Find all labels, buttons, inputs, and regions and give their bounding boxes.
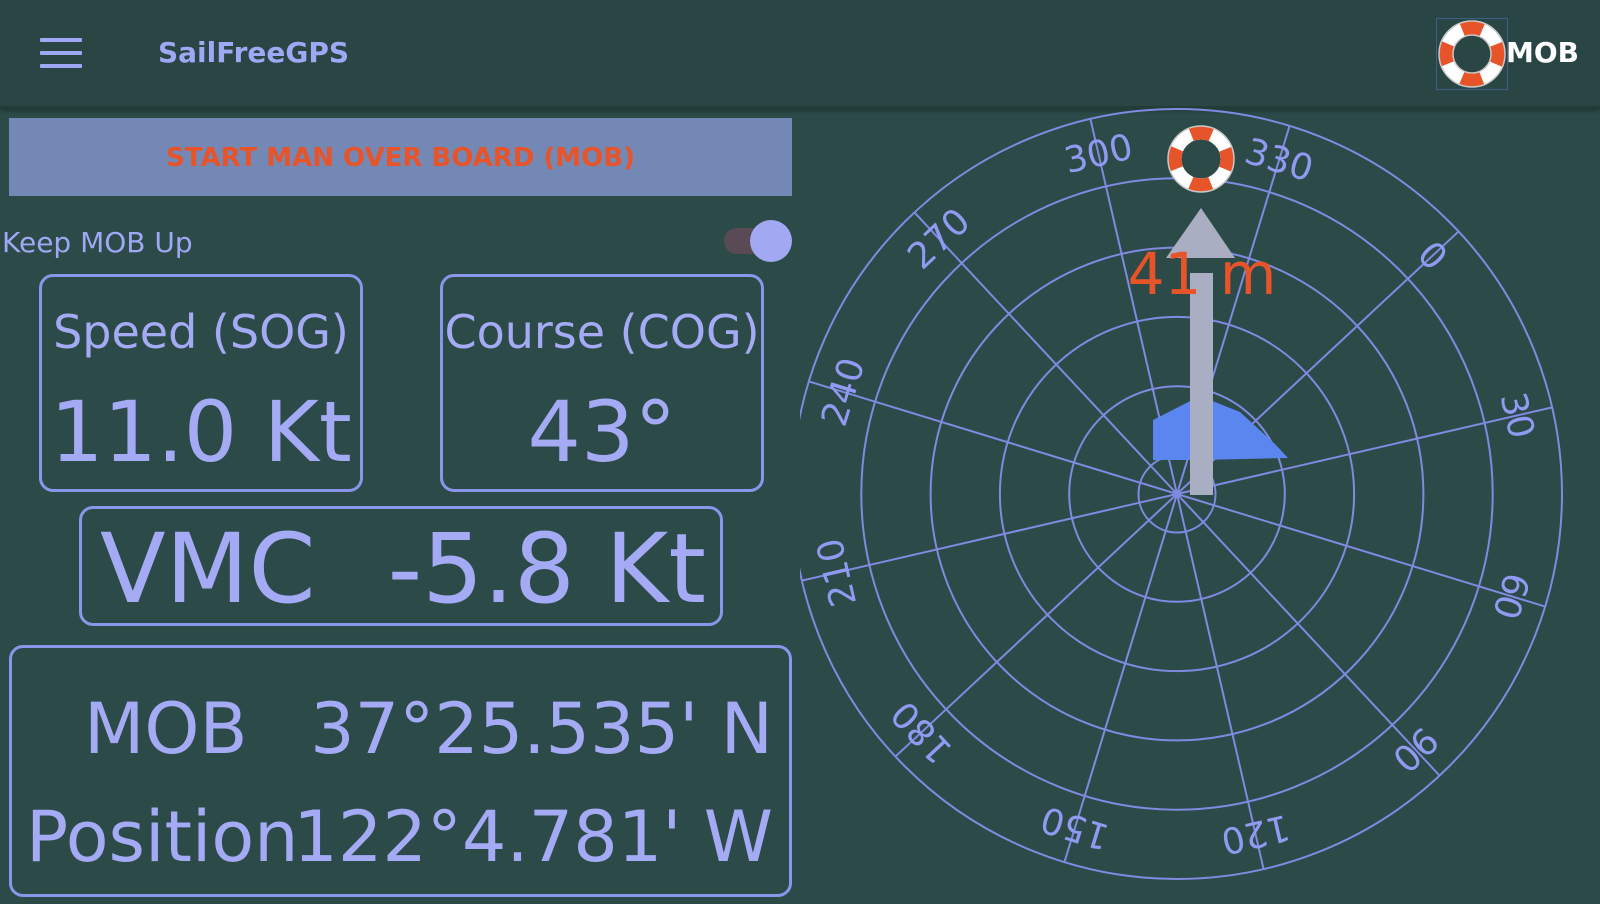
mob-longitude: 122°4.781' W	[293, 796, 773, 878]
bearing-spokes	[801, 118, 1553, 870]
mob-action-button[interactable]: MOB	[1436, 18, 1586, 90]
bearing-spoke	[801, 493, 1178, 582]
start-mob-button[interactable]: START MAN OVER BOARD (MOB)	[9, 118, 792, 196]
bearing-label: 330	[1240, 131, 1318, 190]
mob-position-panel: MOB Position 37°25.535' N 122°4.781' W	[9, 645, 792, 897]
position-label: Position	[26, 796, 299, 878]
toggle-thumb	[750, 220, 792, 262]
bearing-label: 120	[1217, 806, 1293, 861]
cog-label: Course (COG)	[444, 305, 760, 359]
bearing-label: 150	[1036, 798, 1114, 857]
bearing-label: 30	[1491, 389, 1541, 443]
speed-sog-panel: Speed (SOG) 11.0 Kt	[39, 274, 363, 492]
course-cog-panel: Course (COG) 43°	[440, 274, 764, 492]
bearing-spoke	[894, 493, 1178, 758]
bearing-label: 240	[814, 353, 873, 431]
sog-value: 11.0 Kt	[50, 383, 352, 481]
sog-label: Speed (SOG)	[53, 305, 349, 359]
mob-marker-icon	[1167, 125, 1235, 193]
mob-distance-label: 41 m	[1128, 240, 1277, 308]
bearing-label: 300	[1061, 127, 1137, 182]
vmc-value: -5.8 Kt	[387, 513, 706, 625]
hamburger-menu-icon[interactable]	[40, 38, 82, 68]
cog-value: 43°	[527, 383, 677, 481]
bearing-spoke	[808, 380, 1178, 495]
bearing-label: 180	[884, 693, 961, 771]
vmc-label: VMC	[100, 513, 316, 625]
bearing-spoke	[1176, 493, 1441, 777]
bearing-label: 270	[900, 201, 978, 278]
app-bar: SailFreeGPS MOB	[0, 0, 1600, 109]
app-title: SailFreeGPS	[158, 36, 350, 69]
bearing-label: 60	[1484, 568, 1537, 624]
keep-mob-up-toggle[interactable]	[724, 218, 794, 262]
keep-mob-up-label: Keep MOB Up	[2, 226, 193, 259]
compass-rose: 0 30 60 90 120 150 180 210 240 270 300 330 41 m	[791, 108, 1600, 900]
vmc-panel: VMC -5.8 Kt	[79, 506, 723, 626]
boat-icon	[1153, 396, 1288, 460]
bearing-spoke	[1176, 493, 1265, 870]
mob-latitude: 37°25.535' N	[310, 688, 773, 770]
bearing-spoke	[1176, 493, 1546, 608]
mob-label: MOB	[84, 688, 248, 770]
bearing-spoke	[1063, 493, 1178, 863]
life-ring-icon	[1436, 18, 1508, 90]
mob-action-label: MOB	[1506, 36, 1580, 69]
bearing-label: 210	[810, 534, 865, 610]
bearing-label: 90	[1384, 718, 1445, 779]
